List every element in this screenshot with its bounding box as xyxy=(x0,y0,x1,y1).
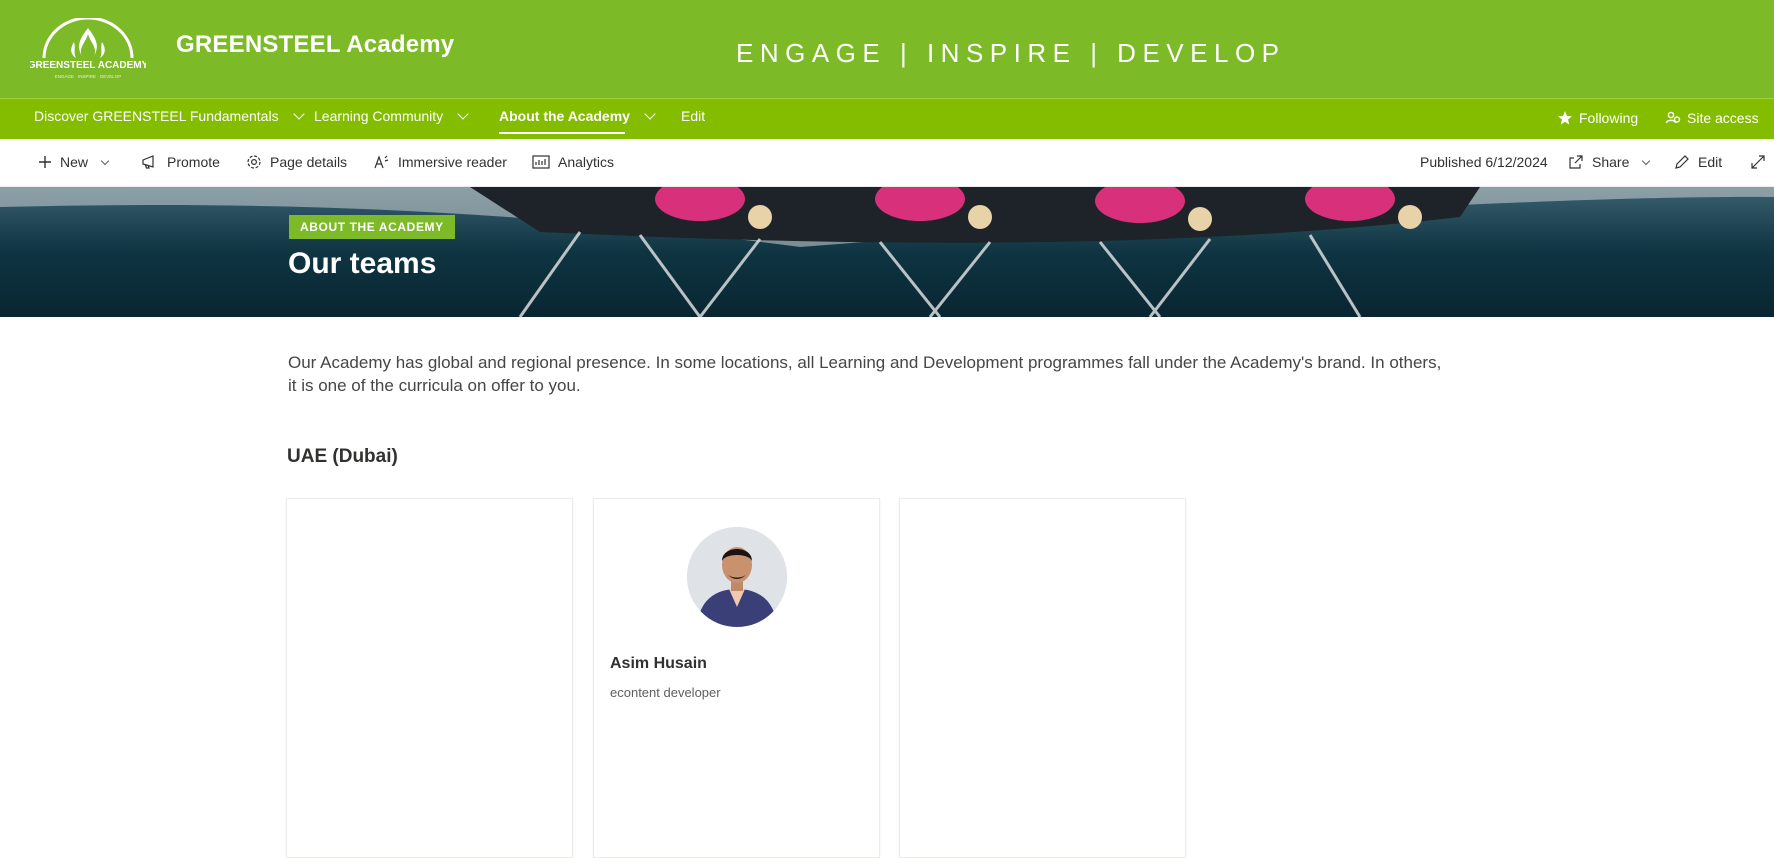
new-button[interactable]: New xyxy=(38,154,110,170)
chevron-down-icon xyxy=(1642,156,1651,165)
share-button[interactable]: Share xyxy=(1568,154,1651,170)
person-card[interactable] xyxy=(286,498,573,858)
intro-text: Our Academy has global and regional pres… xyxy=(288,353,1442,395)
nav-item-label: About the Academy xyxy=(499,108,630,124)
nav-item-label: Discover GREENSTEEL Fundamentals xyxy=(34,108,279,124)
chevron-down-icon xyxy=(292,108,305,120)
edit-label: Edit xyxy=(1698,154,1723,170)
people-icon xyxy=(1665,111,1681,124)
published-label: Published 6/12/2024 xyxy=(1420,154,1548,170)
promote-label: Promote xyxy=(167,154,220,170)
chevron-down-icon xyxy=(100,156,110,165)
chevron-down-icon xyxy=(457,108,469,120)
expand-icon xyxy=(1751,155,1765,169)
site-access-button[interactable]: Site access xyxy=(1665,110,1759,126)
analytics-label: Analytics xyxy=(558,154,615,170)
active-nav-underline xyxy=(499,132,625,134)
section-title: UAE (Dubai) xyxy=(287,446,398,467)
hero-background-image xyxy=(0,187,1774,317)
share-label: Share xyxy=(1592,154,1630,170)
person-photo xyxy=(687,527,787,627)
immersive-reader-icon xyxy=(374,155,389,169)
share-icon xyxy=(1569,155,1583,169)
pencil-icon xyxy=(1675,155,1689,169)
logo-text: GREENSTEEL ACADEMY xyxy=(30,60,146,71)
command-bar: New Promote Page details Immersive reade… xyxy=(0,139,1774,187)
person-card[interactable]: Asim Husain econtent developer xyxy=(593,498,880,858)
nav-item-discover-fundamentals[interactable]: Discover GREENSTEEL Fundamentals xyxy=(34,108,305,124)
nav-item-about-the-academy[interactable]: About the Academy xyxy=(499,108,656,134)
expand-button[interactable] xyxy=(1750,154,1766,170)
new-label: New xyxy=(60,154,89,170)
person-role: econtent developer xyxy=(610,685,721,700)
nav-item-label: Edit xyxy=(681,108,706,124)
page-title: Our teams xyxy=(288,247,437,280)
immersive-reader-label: Immersive reader xyxy=(398,154,507,170)
following-button[interactable]: Following xyxy=(1557,110,1638,126)
site-navigation: Discover GREENSTEEL Fundamentals Learnin… xyxy=(0,98,1774,139)
star-icon xyxy=(1558,111,1572,125)
site-access-label: Site access xyxy=(1687,110,1759,126)
gear-icon xyxy=(247,155,261,169)
academy-logo[interactable]: GREENSTEEL ACADEMY ENGAGE · INSPIRE · DE… xyxy=(28,16,149,82)
promote-button[interactable]: Promote xyxy=(141,154,220,170)
following-label: Following xyxy=(1579,110,1639,126)
person-card[interactable] xyxy=(899,498,1186,858)
site-tagline: ENGAGE | INSPIRE | DEVELOP xyxy=(736,38,1286,68)
nav-item-label: Learning Community xyxy=(314,108,444,124)
person-name: Asim Husain xyxy=(610,655,707,672)
page-details-label: Page details xyxy=(270,154,348,170)
megaphone-icon xyxy=(142,155,154,169)
avatar xyxy=(687,527,787,627)
immersive-reader-button[interactable]: Immersive reader xyxy=(374,154,507,170)
site-header: GREENSTEEL ACADEMY ENGAGE · INSPIRE · DE… xyxy=(0,0,1774,98)
nav-item-edit[interactable]: Edit xyxy=(681,108,705,124)
published-status: Published 6/12/2024 xyxy=(1420,154,1548,170)
plus-icon xyxy=(39,156,51,168)
analytics-button[interactable]: Analytics xyxy=(532,154,614,170)
edit-page-button[interactable]: Edit xyxy=(1674,154,1722,170)
page-category-badge[interactable]: ABOUT THE ACADEMY xyxy=(289,215,455,239)
logo-subtext: ENGAGE · INSPIRE · DEVELOP xyxy=(55,74,122,79)
analytics-icon xyxy=(532,155,550,169)
chevron-down-icon xyxy=(644,108,656,120)
nav-item-learning-community[interactable]: Learning Community xyxy=(314,108,469,124)
page-details-button[interactable]: Page details xyxy=(246,154,347,170)
site-title[interactable]: GREENSTEEL Academy xyxy=(176,31,454,59)
hero-banner: ABOUT THE ACADEMY Our teams xyxy=(0,187,1774,317)
